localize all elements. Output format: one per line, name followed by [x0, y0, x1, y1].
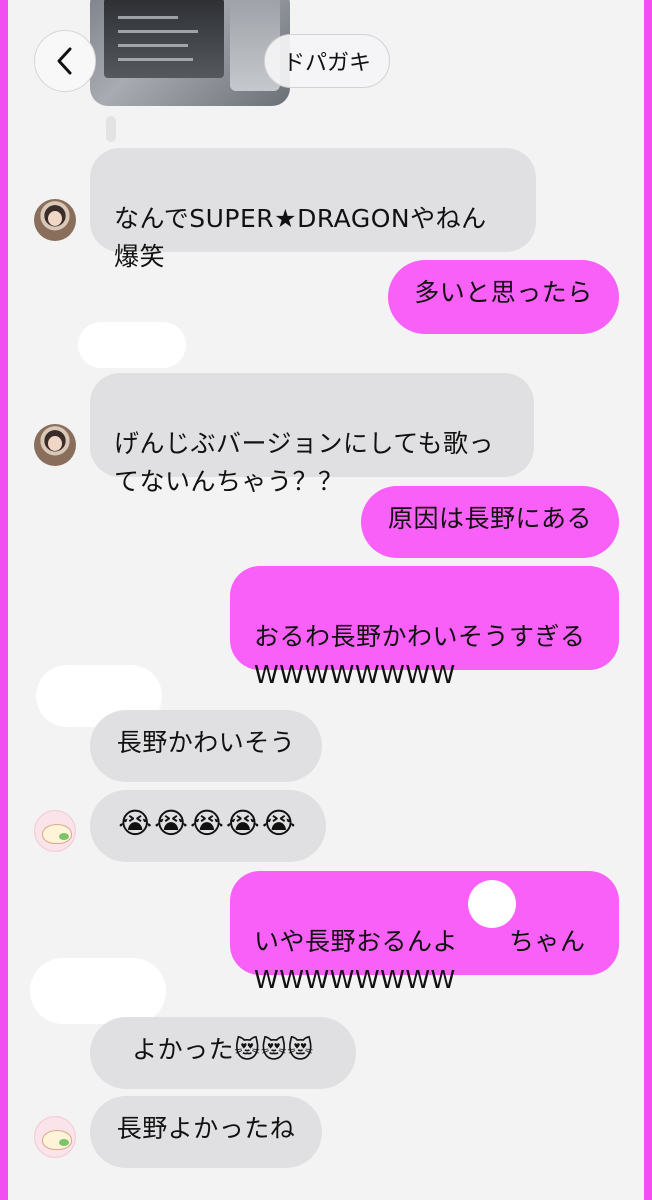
message-text: 長野よかったね: [116, 1114, 296, 1143]
message-bubble[interactable]: 長野よかったね: [90, 1096, 322, 1168]
avatar[interactable]: [34, 424, 76, 466]
message-bubble[interactable]: げんじぶバージョンにしても歌っ てないんちゃう？？: [90, 373, 534, 496]
avatar[interactable]: [34, 1116, 76, 1158]
message-bubble[interactable]: なんでSUPER★DRAGONやねん 爆笑: [90, 148, 536, 271]
message-bubble[interactable]: よかった😻😻😻: [90, 1017, 356, 1089]
message-bubble[interactable]: いや長野おるんよ ちゃん WWWWWWWW: [230, 871, 619, 994]
message-text: よかった😻😻😻: [132, 1035, 314, 1064]
shared-photo-thumbnail[interactable]: [90, 0, 290, 106]
redaction-mark: [78, 322, 186, 368]
chat-title-label: ドパガキ: [283, 51, 372, 76]
redaction-mark: [30, 958, 166, 1024]
redaction-mark: [468, 880, 516, 928]
chevron-left-icon: [57, 47, 72, 75]
message-bubble[interactable]: 長野かわいそう: [90, 710, 322, 782]
message-bubble[interactable]: 原因は長野にある: [361, 486, 619, 558]
message-bubble[interactable]: 多いと思ったら: [388, 260, 619, 334]
message-text: 😭😭😭😭😭: [118, 806, 298, 840]
message-text: おるわ長野かわいそうすぎる WWWWWWWW: [254, 622, 586, 689]
message-text: 原因は長野にある: [387, 504, 592, 533]
back-button[interactable]: [34, 30, 96, 92]
chat-title[interactable]: ドパガキ: [264, 34, 391, 88]
message-text: いや長野おるんよ ちゃん WWWWWWWW: [254, 927, 586, 994]
message-bubble[interactable]: 😭😭😭😭😭: [90, 790, 326, 862]
avatar[interactable]: [34, 810, 76, 852]
message-text: 多いと思ったら: [414, 278, 593, 307]
reply-thread-line: [106, 116, 116, 142]
message-bubble[interactable]: おるわ長野かわいそうすぎる WWWWWWWW: [230, 566, 619, 689]
avatar[interactable]: [34, 199, 76, 241]
car-stereo-screen: [104, 0, 224, 78]
message-text: 長野かわいそう: [116, 728, 296, 757]
